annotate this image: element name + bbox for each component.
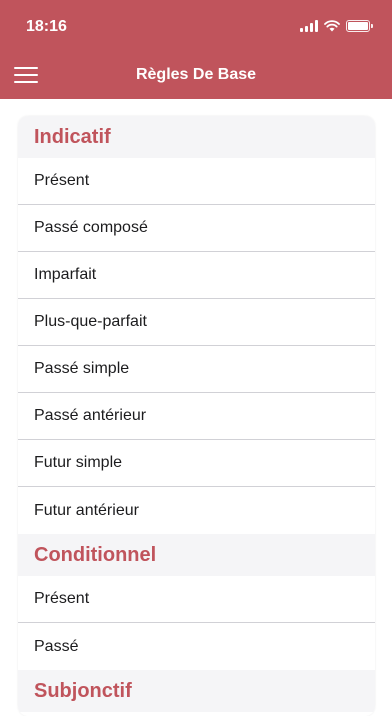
section-header-subjonctif: Subjonctif <box>18 670 375 712</box>
list-item[interactable]: Présent <box>18 576 375 623</box>
status-time: 18:16 <box>26 18 67 35</box>
list-item[interactable]: Passé composé <box>18 205 375 252</box>
list-item[interactable]: Plus-que-parfait <box>18 299 375 346</box>
list-item[interactable]: Futur antérieur <box>18 487 375 534</box>
list-item[interactable]: Passé <box>18 623 375 670</box>
status-icons <box>300 20 373 32</box>
section-header-conditionnel: Conditionnel <box>18 534 375 576</box>
rules-list: Indicatif Présent Passé composé Imparfai… <box>18 116 375 716</box>
page-title: Règles De Base <box>135 66 257 83</box>
list-item[interactable]: Passé simple <box>18 346 375 393</box>
list-item[interactable]: Imparfait <box>18 252 375 299</box>
battery-icon <box>346 20 373 32</box>
wifi-icon <box>324 20 340 32</box>
list-item[interactable]: Futur simple <box>18 440 375 487</box>
cellular-signal-icon <box>300 20 318 32</box>
app-header: 18:16 Règles De Base <box>0 0 392 99</box>
list-item[interactable]: Passé antérieur <box>18 393 375 440</box>
section-header-indicatif: Indicatif <box>18 116 375 158</box>
list-item[interactable]: Présent <box>18 158 375 205</box>
